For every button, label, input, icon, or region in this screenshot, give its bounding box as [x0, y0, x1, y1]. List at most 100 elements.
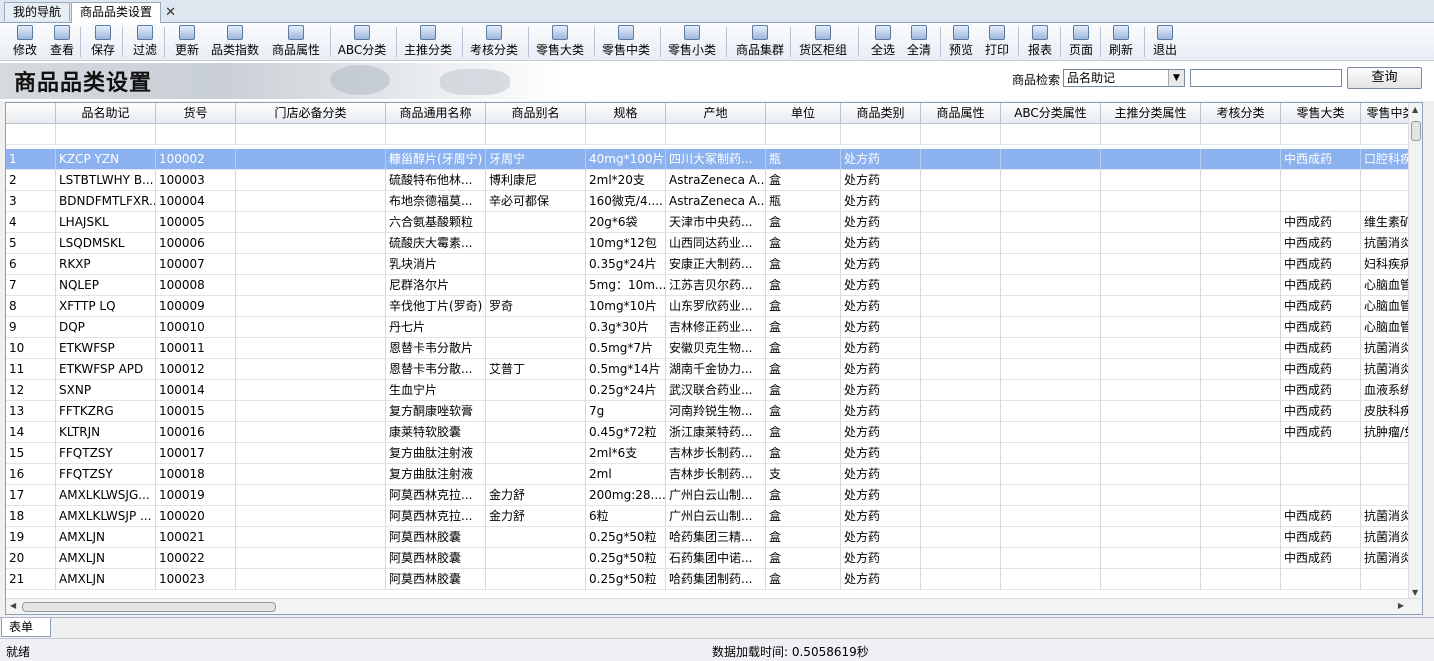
table-cell[interactable]: 中西成药	[1281, 506, 1361, 527]
filter-cell[interactable]	[666, 124, 766, 145]
table-cell[interactable]: 100014	[156, 380, 236, 401]
table-cell[interactable]: 处方药	[841, 317, 921, 338]
table-cell[interactable]	[486, 233, 586, 254]
table-cell[interactable]	[486, 422, 586, 443]
table-cell[interactable]: 10	[6, 338, 56, 359]
table-cell[interactable]: 8	[6, 296, 56, 317]
table-cell[interactable]: 布地奈德福莫...	[386, 191, 486, 212]
search-input[interactable]	[1190, 69, 1342, 87]
filter-cell[interactable]	[156, 124, 236, 145]
table-cell[interactable]	[1201, 317, 1281, 338]
filter-cell[interactable]	[236, 124, 386, 145]
table-cell[interactable]: 口腔科疾	[1361, 149, 1410, 170]
table-cell[interactable]: 抗菌消炎	[1361, 548, 1410, 569]
print-button[interactable]: 打印	[982, 24, 1012, 58]
table-cell[interactable]: 抗菌消炎	[1361, 527, 1410, 548]
main-push-button[interactable]: 主推分类	[400, 24, 456, 58]
table-cell[interactable]: 盒	[766, 401, 841, 422]
table-cell[interactable]: 尼群洛尔片	[386, 275, 486, 296]
scroll-up-icon[interactable]: ▲	[1412, 105, 1418, 114]
table-cell[interactable]: 100012	[156, 359, 236, 380]
table-cell[interactable]: 16	[6, 464, 56, 485]
select-all-button[interactable]: 全选	[868, 24, 898, 58]
table-cell[interactable]: 18	[6, 506, 56, 527]
table-cell[interactable]	[1101, 464, 1201, 485]
table-cell[interactable]	[1101, 233, 1201, 254]
table-cell[interactable]: 盒	[766, 338, 841, 359]
table-cell[interactable]	[1001, 506, 1101, 527]
table-cell[interactable]	[1101, 527, 1201, 548]
edit-button[interactable]: 修改	[10, 24, 40, 58]
table-cell[interactable]: 阿莫西林克拉...	[386, 506, 486, 527]
table-cell[interactable]	[1001, 275, 1101, 296]
table-cell[interactable]	[1101, 317, 1201, 338]
table-cell[interactable]: 4	[6, 212, 56, 233]
table-cell[interactable]: 6粒	[586, 506, 666, 527]
table-cell[interactable]: 处方药	[841, 506, 921, 527]
table-cell[interactable]: 复方曲肽注射液	[386, 464, 486, 485]
table-cell[interactable]	[1201, 569, 1281, 590]
table-cell[interactable]	[921, 191, 1001, 212]
table-cell[interactable]: 阿莫西林胶囊	[386, 527, 486, 548]
table-cell[interactable]: LSTBTLWHY B...	[56, 170, 156, 191]
table-cell[interactable]: 盒	[766, 296, 841, 317]
table-cell[interactable]	[486, 569, 586, 590]
close-icon[interactable]: ✕	[165, 3, 176, 22]
table-cell[interactable]: 天津市中央药...	[666, 212, 766, 233]
table-cell[interactable]: 中西成药	[1281, 527, 1361, 548]
table-cell[interactable]: 0.5mg*14片	[586, 359, 666, 380]
table-cell[interactable]	[1001, 254, 1101, 275]
table-cell[interactable]: 处方药	[841, 254, 921, 275]
table-cell[interactable]: 160微克/4....	[586, 191, 666, 212]
table-cell[interactable]: 100023	[156, 569, 236, 590]
filter-cell[interactable]	[486, 124, 586, 145]
table-cell[interactable]	[236, 359, 386, 380]
table-cell[interactable]: 处方药	[841, 359, 921, 380]
table-cell[interactable]: 盒	[766, 422, 841, 443]
clear-all-button[interactable]: 全清	[904, 24, 934, 58]
table-cell[interactable]: 处方药	[841, 380, 921, 401]
table-cell[interactable]	[486, 275, 586, 296]
table-cell[interactable]	[236, 422, 386, 443]
table-cell[interactable]: NQLEP	[56, 275, 156, 296]
table-cell[interactable]	[486, 464, 586, 485]
column-header[interactable]: 考核分类	[1201, 103, 1281, 124]
table-cell[interactable]: 处方药	[841, 275, 921, 296]
table-cell[interactable]: 浙江康莱特药...	[666, 422, 766, 443]
column-header[interactable]: 零售大类	[1281, 103, 1361, 124]
table-cell[interactable]: 硫酸特布他林...	[386, 170, 486, 191]
table-cell[interactable]: 河南羚锐生物...	[666, 401, 766, 422]
table-cell[interactable]	[1101, 443, 1201, 464]
tab-form[interactable]: 表单	[1, 618, 51, 637]
scrollbar-thumb[interactable]	[22, 602, 276, 612]
category-index-button[interactable]: 品类指数	[207, 24, 263, 58]
table-cell[interactable]: 100017	[156, 443, 236, 464]
table-cell[interactable]	[236, 338, 386, 359]
table-cell[interactable]: 处方药	[841, 212, 921, 233]
table-cell[interactable]: 处方药	[841, 422, 921, 443]
table-cell[interactable]: FFQTZSY	[56, 443, 156, 464]
table-cell[interactable]: 妇科疾病	[1361, 254, 1410, 275]
column-header[interactable]: 商品属性	[921, 103, 1001, 124]
table-cell[interactable]: 100016	[156, 422, 236, 443]
table-cell[interactable]: 阿莫西林克拉...	[386, 485, 486, 506]
table-cell[interactable]: AstraZeneca A...	[666, 170, 766, 191]
table-cell[interactable]: 100011	[156, 338, 236, 359]
table-cell[interactable]: 阿莫西林胶囊	[386, 548, 486, 569]
filter-cell[interactable]	[1361, 124, 1410, 145]
table-cell[interactable]	[486, 443, 586, 464]
table-cell[interactable]: XFTTP LQ	[56, 296, 156, 317]
table-cell[interactable]: 抗菌消炎	[1361, 338, 1410, 359]
filter-cell[interactable]	[1101, 124, 1201, 145]
table-cell[interactable]	[236, 569, 386, 590]
column-header[interactable]: 零售中类	[1361, 103, 1410, 124]
query-button[interactable]: 查询	[1347, 67, 1422, 89]
table-cell[interactable]	[921, 359, 1001, 380]
table-cell[interactable]: 盒	[766, 506, 841, 527]
filter-button[interactable]: 过滤	[130, 24, 160, 58]
table-cell[interactable]	[236, 233, 386, 254]
table-cell[interactable]	[1101, 485, 1201, 506]
table-cell[interactable]	[921, 569, 1001, 590]
table-cell[interactable]	[1101, 254, 1201, 275]
table-cell[interactable]	[236, 401, 386, 422]
